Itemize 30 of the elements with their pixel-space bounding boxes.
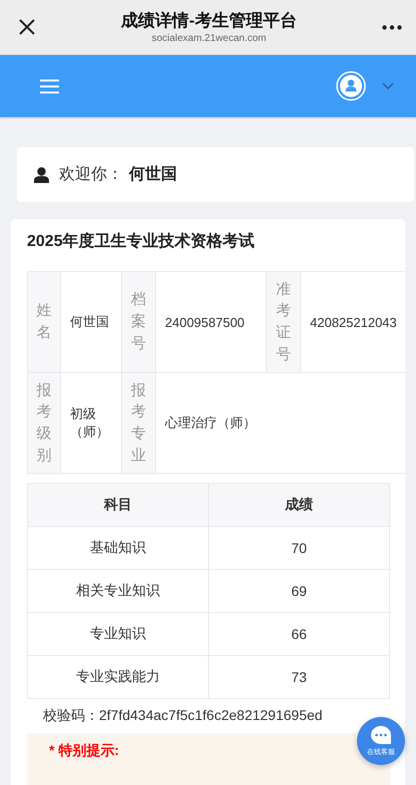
avatar-icon[interactable] (336, 71, 366, 101)
column-header: 成绩 (208, 484, 390, 526)
welcome-label: 欢迎你： (59, 164, 123, 185)
user-name: 何世国 (129, 164, 177, 185)
check-code: 校验码：2f7fd434ac7f5c1f6c2e821291695ed (43, 706, 322, 725)
close-icon[interactable] (18, 18, 36, 36)
more-icon[interactable] (382, 24, 402, 30)
table-cell: 66 (208, 612, 390, 656)
notice-title: * 特别提示: (49, 742, 119, 758)
table-cell: 70 (208, 526, 390, 570)
table-cell: 专业知识 (28, 612, 208, 656)
chevron-down-icon[interactable] (382, 82, 394, 90)
field-label: 姓名 (28, 272, 60, 372)
menu-icon[interactable] (40, 78, 59, 94)
table-cell: 相关专业知识 (28, 570, 208, 612)
table-cell: 69 (208, 570, 390, 612)
field-label: 档案号 (122, 272, 156, 372)
field-label: 报考专业 (122, 372, 156, 474)
column-header: 科目 (28, 484, 208, 526)
table-cell: 基础知识 (28, 526, 208, 570)
page-title: 成绩详情-考生管理平台 (121, 10, 297, 32)
field-label: 准考证号 (266, 272, 300, 372)
field-value: 420825212043 (300, 272, 405, 372)
field-label: 报考级别 (28, 372, 60, 474)
page-url: socialexam.21wecan.com (152, 32, 266, 44)
table-cell: 专业实践能力 (28, 656, 208, 698)
exam-title: 2025年度卫生专业技术资格考试 (27, 231, 256, 252)
user-icon (34, 166, 49, 182)
chat-bubble-icon (370, 726, 392, 744)
table-cell: 73 (208, 656, 390, 698)
